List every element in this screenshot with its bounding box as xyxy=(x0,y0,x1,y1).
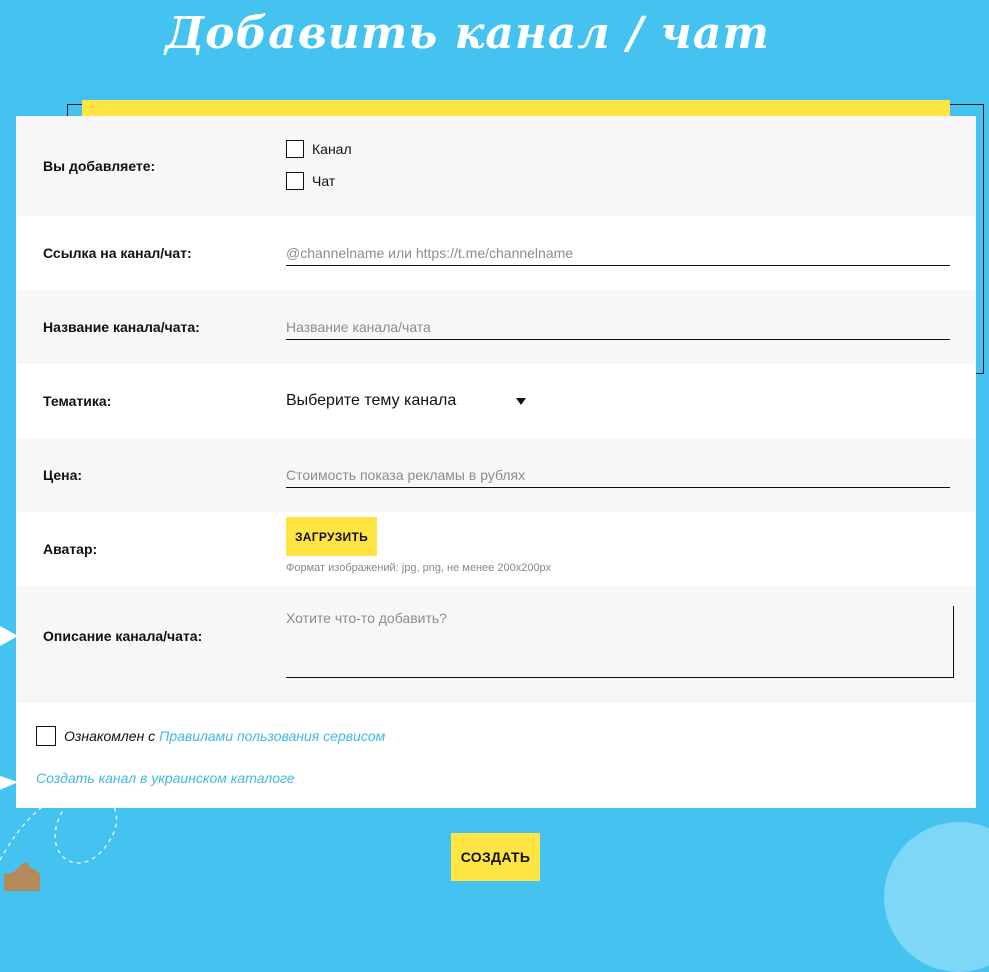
chat-checkbox[interactable] xyxy=(286,172,304,190)
form-row-topic: Тематика: Выберите тему канала xyxy=(16,364,976,438)
ukraine-catalog-link[interactable]: Создать канал в украинском каталоге xyxy=(36,770,295,786)
create-button[interactable]: СОЗДАТЬ xyxy=(451,833,540,881)
llama-illustration xyxy=(4,862,40,891)
agree-text: Ознакомлен с xyxy=(64,728,156,744)
form-row-link: Ссылка на канал/чат: @channelname или ht… xyxy=(16,216,976,290)
channel-option-label: Канал xyxy=(312,141,352,157)
form-row-avatar: Аватар: ЗАГРУЗИТЬ Формат изображений: jp… xyxy=(16,512,976,586)
agree-row: Ознакомлен с Правилами пользования серви… xyxy=(36,726,385,746)
form-row-name: Название канала/чата: Название канала/ча… xyxy=(16,290,976,364)
form-row-type: Вы добавляете: Канал Чат xyxy=(16,116,976,216)
price-label: Цена: xyxy=(43,467,83,483)
terms-link[interactable]: Правилами пользования сервисом xyxy=(159,728,385,744)
page-title: Добавить канал / чат xyxy=(165,8,770,59)
name-label: Название канала/чата: xyxy=(43,319,200,335)
caret-down-icon xyxy=(516,397,526,405)
link-input[interactable]: @channelname или https://t.me/channelnam… xyxy=(286,241,950,266)
channel-option[interactable]: Канал xyxy=(286,140,352,158)
topic-select[interactable]: Выберите тему канала xyxy=(286,392,526,410)
price-input[interactable]: Стоимость показа рекламы в рублях xyxy=(286,463,950,488)
chat-option-label: Чат xyxy=(312,173,336,189)
topic-select-value: Выберите тему канала xyxy=(286,392,457,409)
avatar-label: Аватар: xyxy=(43,541,98,557)
form-row-price: Цена: Стоимость показа рекламы в рублях xyxy=(16,438,976,512)
description-textarea[interactable]: Хотите что-то добавить? xyxy=(286,606,954,678)
upload-button[interactable]: ЗАГРУЗИТЬ xyxy=(286,517,377,556)
chat-option[interactable]: Чат xyxy=(286,172,335,190)
form-row-description: Описание канала/чата: Хотите что-то доба… xyxy=(16,586,976,703)
agree-checkbox[interactable] xyxy=(36,726,56,746)
avatar-format-hint: Формат изображений: jpg, png, не менее 2… xyxy=(286,562,552,574)
type-label: Вы добавляете: xyxy=(43,158,156,174)
channel-checkbox[interactable] xyxy=(286,140,304,158)
description-label: Описание канала/чата: xyxy=(43,628,203,644)
name-input[interactable]: Название канала/чата xyxy=(286,315,950,340)
add-channel-form: Вы добавляете: Канал Чат Ссылка на канал… xyxy=(16,116,976,808)
topic-label: Тематика: xyxy=(43,393,112,409)
link-label: Ссылка на канал/чат: xyxy=(43,245,192,261)
